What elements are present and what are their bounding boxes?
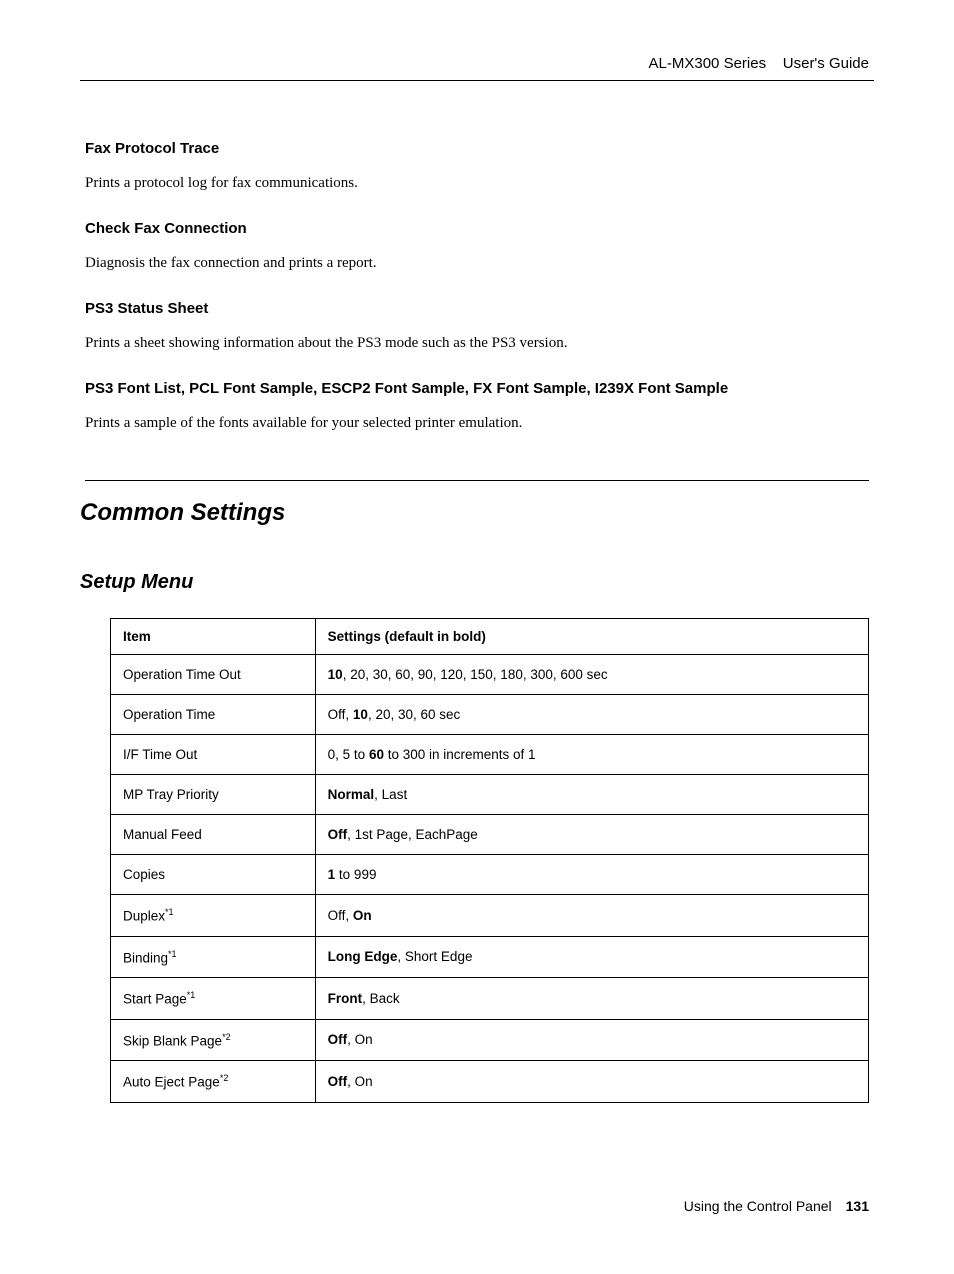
table-cell-item: Skip Blank Page*2 — [111, 1019, 316, 1061]
table-cell-settings: 10, 20, 30, 60, 90, 120, 150, 180, 300, … — [315, 655, 868, 695]
text-font-lists: Prints a sample of the fonts available f… — [85, 415, 869, 432]
table-cell-settings: Normal, Last — [315, 775, 868, 815]
footer: Using the Control Panel 131 — [684, 1198, 869, 1214]
text-fax-protocol-trace: Prints a protocol log for fax communicat… — [85, 175, 869, 192]
table-cell-item: Duplex*1 — [111, 895, 316, 937]
table-cell-settings: 0, 5 to 60 to 300 in increments of 1 — [315, 735, 868, 775]
table-cell-item: Start Page*1 — [111, 978, 316, 1020]
table-cell-settings: Off, On — [315, 895, 868, 937]
table-row: Operation TimeOff, 10, 20, 30, 60 sec — [111, 695, 869, 735]
header-rule — [80, 80, 874, 81]
table-row: Manual FeedOff, 1st Page, EachPage — [111, 815, 869, 855]
heading-check-fax-connection: Check Fax Connection — [85, 220, 869, 237]
table-row: Duplex*1Off, On — [111, 895, 869, 937]
table-cell-item: I/F Time Out — [111, 735, 316, 775]
table-cell-item: MP Tray Priority — [111, 775, 316, 815]
table-cell-item: Operation Time — [111, 695, 316, 735]
table-row: Operation Time Out10, 20, 30, 60, 90, 12… — [111, 655, 869, 695]
table-row: Binding*1Long Edge, Short Edge — [111, 936, 869, 978]
section-divider — [85, 480, 869, 481]
heading-font-lists: PS3 Font List, PCL Font Sample, ESCP2 Fo… — [85, 380, 869, 397]
table-row: I/F Time Out0, 5 to 60 to 300 in increme… — [111, 735, 869, 775]
table-row: Auto Eject Page*2Off, On — [111, 1061, 869, 1103]
table-cell-settings: Off, On — [315, 1061, 868, 1103]
table-cell-item: Manual Feed — [111, 815, 316, 855]
text-ps3-status-sheet: Prints a sheet showing information about… — [85, 335, 869, 352]
th-settings: Settings (default in bold) — [315, 619, 868, 655]
footer-text: Using the Control Panel — [684, 1198, 832, 1214]
table-row: Copies1 to 999 — [111, 855, 869, 895]
text-check-fax-connection: Diagnosis the fax connection and prints … — [85, 255, 869, 272]
table-cell-item: Auto Eject Page*2 — [111, 1061, 316, 1103]
content: Fax Protocol Trace Prints a protocol log… — [85, 140, 869, 1103]
settings-table: Item Settings (default in bold) Operatio… — [110, 618, 869, 1103]
table-row: Skip Blank Page*2Off, On — [111, 1019, 869, 1061]
table-header-row: Item Settings (default in bold) — [111, 619, 869, 655]
footer-page: 131 — [846, 1198, 869, 1214]
table-cell-settings: Front, Back — [315, 978, 868, 1020]
table-cell-item: Copies — [111, 855, 316, 895]
table-cell-settings: Long Edge, Short Edge — [315, 936, 868, 978]
table-cell-settings: Off, On — [315, 1019, 868, 1061]
main-heading-common-settings: Common Settings — [80, 499, 869, 527]
header-doc: User's Guide — [783, 55, 869, 72]
sub-heading-setup-menu: Setup Menu — [80, 571, 869, 594]
table-cell-item: Binding*1 — [111, 936, 316, 978]
heading-ps3-status-sheet: PS3 Status Sheet — [85, 300, 869, 317]
table-cell-settings: 1 to 999 — [315, 855, 868, 895]
table-row: Start Page*1Front, Back — [111, 978, 869, 1020]
table-row: MP Tray PriorityNormal, Last — [111, 775, 869, 815]
header: AL-MX300 Series User's Guide — [649, 55, 869, 72]
table-cell-item: Operation Time Out — [111, 655, 316, 695]
table-cell-settings: Off, 1st Page, EachPage — [315, 815, 868, 855]
th-item: Item — [111, 619, 316, 655]
heading-fax-protocol-trace: Fax Protocol Trace — [85, 140, 869, 157]
header-product: AL-MX300 Series — [649, 55, 767, 72]
table-cell-settings: Off, 10, 20, 30, 60 sec — [315, 695, 868, 735]
